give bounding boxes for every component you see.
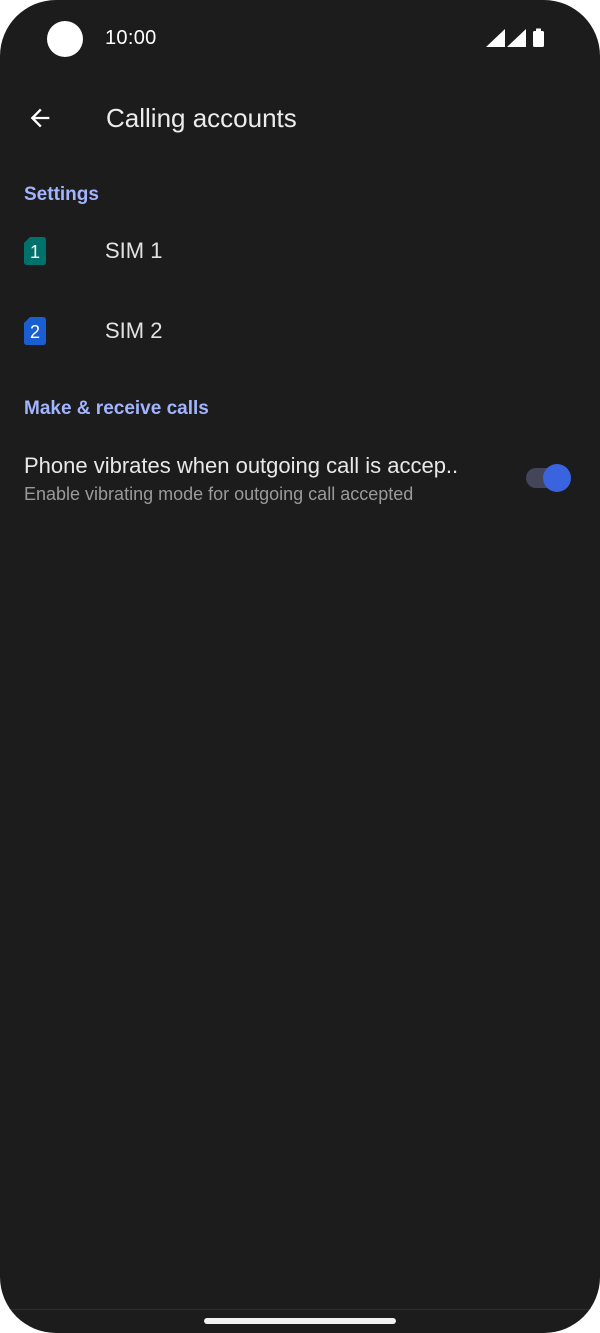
- switch-thumb: [543, 464, 571, 492]
- sim-number: 2: [30, 322, 40, 342]
- sim-card-icon: 2: [24, 317, 46, 345]
- vibrate-on-accept-setting[interactable]: Phone vibrates when outgoing call is acc…: [0, 438, 600, 532]
- nav-bar-divider: [0, 1309, 600, 1310]
- camera-cutout: [47, 21, 83, 57]
- back-button[interactable]: [16, 94, 64, 142]
- sim-label: SIM 2: [105, 318, 163, 343]
- vibrate-toggle-switch[interactable]: [524, 462, 574, 494]
- section-header-settings: Settings: [24, 184, 99, 205]
- status-bar: 10:00: [0, 0, 600, 76]
- status-time: 10:00: [105, 27, 157, 49]
- status-icons: [486, 28, 544, 47]
- battery-icon: [533, 28, 544, 47]
- arrow-back-icon: [30, 108, 50, 128]
- signal-icon: [486, 29, 505, 47]
- signal-icon: [507, 29, 526, 47]
- sim-number: 1: [30, 242, 40, 262]
- setting-subtitle: Enable vibrating mode for outgoing call …: [24, 484, 414, 504]
- sim-2-item[interactable]: 2 SIM 2: [0, 291, 600, 371]
- section-header-calls: Make & receive calls: [24, 398, 209, 419]
- sim-card-icon: 1: [24, 237, 46, 265]
- sim-label: SIM 1: [105, 238, 163, 263]
- home-indicator[interactable]: [204, 1318, 396, 1324]
- sim-1-item[interactable]: 1 SIM 1: [0, 211, 600, 291]
- setting-title: Phone vibrates when outgoing call is acc…: [24, 453, 459, 478]
- page-title: Calling accounts: [106, 103, 297, 133]
- phone-screen: 10:00 Calling accounts Settings 1 SIM 1 …: [0, 0, 600, 1333]
- app-bar: Calling accounts: [0, 76, 600, 160]
